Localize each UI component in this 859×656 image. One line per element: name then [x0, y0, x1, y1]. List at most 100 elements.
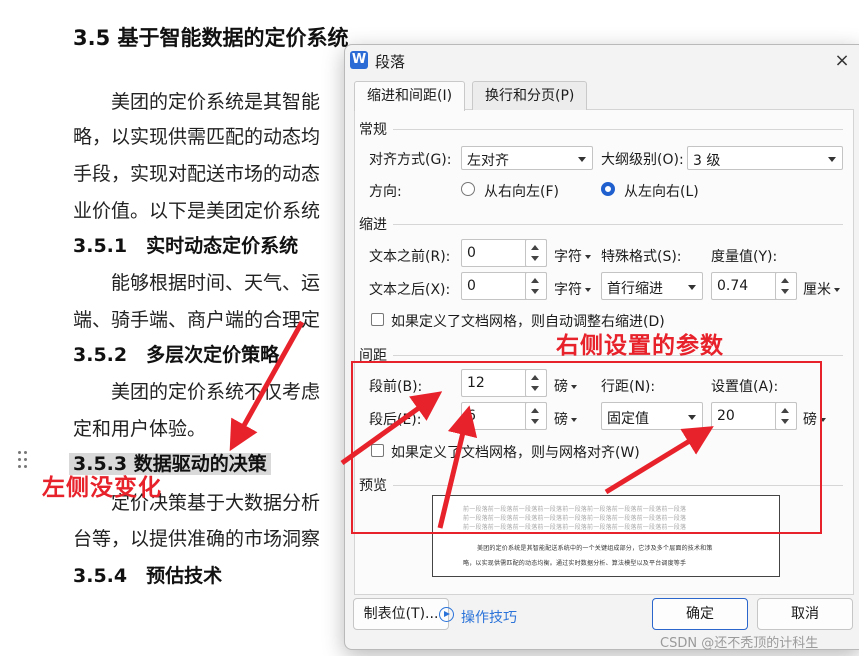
tab-stops-button[interactable]: 制表位(T)... [353, 598, 449, 630]
dialog-titlebar[interactable]: W 段落 × [345, 45, 859, 77]
special-format-select[interactable]: 首行缩进 [601, 272, 703, 300]
preview-ghost-line: 前一段落前一段落前一段落前一段落前一段落前一段落前一段落前一段落前一段落 [463, 515, 687, 522]
tips-link[interactable]: 操作技巧 [439, 607, 517, 627]
heading-3-5-4: 3.5.4 预估技术 [73, 565, 223, 587]
measure-stepper[interactable] [775, 272, 797, 300]
heading-3-5: 3.5 基于智能数据的定价系统 [73, 26, 349, 50]
unit-text: 字符 [554, 282, 582, 298]
alignment-select[interactable]: 左对齐 [461, 146, 593, 170]
indent-after-label: 文本之后(X): [369, 282, 451, 298]
drag-handle-icon[interactable] [18, 451, 28, 469]
snap-to-grid-checkbox[interactable] [371, 444, 384, 457]
unit-text: 磅 [554, 379, 568, 395]
spin-down-icon[interactable] [531, 256, 539, 261]
unit-text: 磅 [554, 412, 568, 428]
spin-down-icon[interactable] [781, 289, 789, 294]
doc-line: 台等，以提供准确的市场洞察 [73, 528, 321, 550]
space-before-stepper[interactable] [525, 369, 547, 397]
chevron-down-icon [820, 418, 826, 422]
outline-level-select[interactable]: 3 级 [687, 146, 843, 170]
doc-line: 业价值。以下是美团定价系统 [73, 200, 321, 222]
unit-text: 字符 [554, 249, 582, 265]
spin-down-icon[interactable] [531, 386, 539, 391]
spin-up-icon[interactable] [531, 245, 539, 250]
setting-value-unit[interactable]: 磅 [803, 409, 826, 429]
measure-value: 0.74 [717, 278, 749, 294]
spin-up-icon[interactable] [531, 408, 539, 413]
special-format-label: 特殊格式(S): [601, 249, 682, 265]
ok-button[interactable]: 确定 [652, 598, 748, 630]
spin-down-icon[interactable] [531, 289, 539, 294]
annotation-right-note: 右侧设置的参数 [556, 332, 724, 359]
outline-level-label: 大纲级别(O): [601, 152, 684, 168]
watermark-text: CSDN @还不秃顶的计科生 [660, 636, 819, 651]
chevron-down-icon [828, 157, 836, 162]
unit-text: 厘米 [803, 282, 831, 298]
wps-writer-icon: W [350, 51, 368, 69]
indent-after-unit[interactable]: 字符 [554, 279, 591, 299]
outline-level-value: 3 级 [693, 153, 721, 169]
auto-right-indent-checkbox[interactable] [371, 313, 384, 326]
heading-3-5-2: 3.5.2 多层次定价策略 [73, 344, 280, 366]
space-after-label: 段后(E): [369, 412, 422, 428]
radio-left-to-right[interactable] [601, 182, 615, 196]
indent-after-value: 0 [467, 278, 476, 294]
unit-text: 磅 [803, 412, 817, 428]
tab-indent-spacing[interactable]: 缩进和间距(I) [354, 81, 466, 111]
ltr-label: 从左向右(L) [624, 184, 699, 200]
space-after-stepper[interactable] [525, 402, 547, 430]
indent-before-value: 0 [467, 245, 476, 261]
space-before-value: 12 [467, 375, 485, 391]
preview-main-line: 略，以实现供需匹配的动态均衡。通过实时数据分析、算法模型以及平台调度等手 [463, 560, 687, 567]
chevron-down-icon [571, 418, 577, 422]
section-indent-title: 缩进 [359, 217, 387, 233]
spin-down-icon[interactable] [531, 419, 539, 424]
tab-line-page-breaks[interactable]: 换行和分页(P) [472, 81, 588, 110]
dialog-title: 段落 [375, 53, 406, 71]
spin-down-icon[interactable] [781, 419, 789, 424]
section-general-title: 常规 [359, 122, 387, 138]
alignment-value: 左对齐 [467, 153, 509, 169]
annotation-left-note: 左侧没变化 [42, 474, 162, 501]
radio-right-to-left[interactable] [461, 182, 475, 196]
line-spacing-label: 行距(N): [601, 379, 656, 395]
close-icon[interactable]: × [830, 49, 854, 73]
play-circle-icon [439, 607, 454, 622]
space-before-unit[interactable]: 磅 [554, 376, 577, 396]
heading-3-5-1: 3.5.1 实时动态定价系统 [73, 235, 299, 257]
tips-text: 操作技巧 [461, 610, 517, 626]
section-preview-title: 预览 [359, 478, 387, 494]
divider [393, 224, 843, 225]
preview-ghost-line: 前一段落前一段落前一段落前一段落前一段落前一段落前一段落前一段落前一段落 [463, 524, 687, 531]
spin-up-icon[interactable] [781, 278, 789, 283]
special-format-value: 首行缩进 [607, 281, 663, 297]
indent-before-stepper[interactable] [525, 239, 547, 267]
direction-label: 方向: [369, 184, 402, 200]
space-after-unit[interactable]: 磅 [554, 409, 577, 429]
indent-after-stepper[interactable] [525, 272, 547, 300]
divider [393, 485, 843, 486]
spin-up-icon[interactable] [781, 408, 789, 413]
measure-unit[interactable]: 厘米 [803, 279, 840, 299]
chevron-down-icon [585, 288, 591, 292]
doc-line: 美团的定价系统不仅考虑 [111, 381, 321, 403]
spin-up-icon[interactable] [531, 375, 539, 380]
doc-line: 端、骑手端、商户端的合理定 [73, 309, 321, 331]
chevron-down-icon [571, 385, 577, 389]
spin-up-icon[interactable] [531, 278, 539, 283]
divider [393, 129, 843, 130]
space-after-value: 6 [467, 408, 476, 424]
line-spacing-select[interactable]: 固定值 [601, 402, 703, 430]
doc-line: 能够根据时间、天气、运 [111, 272, 321, 294]
cancel-button[interactable]: 取消 [757, 598, 853, 630]
measure-label: 度量值(Y): [711, 249, 778, 265]
chevron-down-icon [688, 285, 696, 290]
indent-before-unit[interactable]: 字符 [554, 246, 591, 266]
setting-value: 20 [717, 408, 735, 424]
preview-ghost-line: 前一段落前一段落前一段落前一段落前一段落前一段落前一段落前一段落前一段落 [463, 506, 687, 513]
chevron-down-icon [834, 288, 840, 292]
setting-value-stepper[interactable] [775, 402, 797, 430]
doc-line: 定和用户体验。 [73, 418, 207, 440]
indent-before-label: 文本之前(R): [369, 249, 451, 265]
alignment-label: 对齐方式(G): [369, 152, 452, 168]
